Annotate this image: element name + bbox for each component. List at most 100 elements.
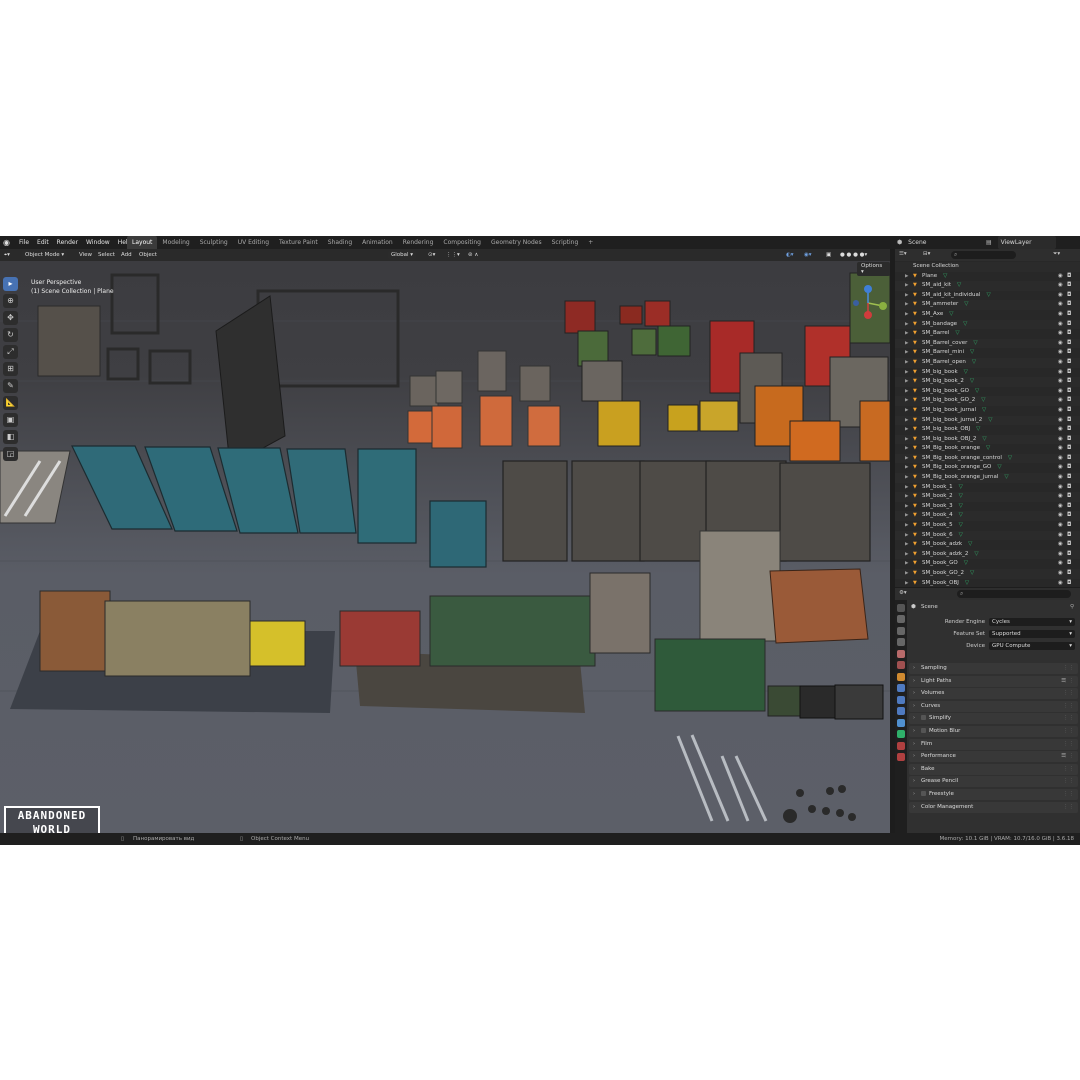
outliner-row[interactable]: ▶ ▼ SM_bandage ▽ ◉ ◘ — [895, 319, 1080, 330]
mesh-data-icon[interactable]: ▽ — [959, 522, 963, 528]
gizmo-y-icon[interactable] — [879, 302, 887, 310]
eye-icon[interactable]: ◉ — [1058, 444, 1063, 454]
outliner-row[interactable]: ▶ ▼ SM_book_GO ▽ ◉ ◘ — [895, 559, 1080, 569]
mesh-data-icon[interactable]: ▽ — [970, 378, 974, 384]
expand-arrow-icon[interactable]: ▶ — [905, 492, 908, 502]
expand-arrow-icon[interactable]: ▶ — [905, 320, 908, 330]
panel-film[interactable]: › Film ⋮⋮ — [909, 738, 1078, 750]
eye-icon[interactable]: ◉ — [1058, 368, 1063, 378]
outliner-row[interactable]: ▶ ▼ SM_book_OBJ ▽ ◉ ◘ — [895, 579, 1080, 589]
camera-icon[interactable]: ◘ — [1067, 579, 1071, 589]
camera-icon[interactable]: ◘ — [1067, 540, 1071, 550]
eye-icon[interactable]: ◉ — [1058, 320, 1063, 330]
tab-shading[interactable]: Shading — [323, 236, 357, 249]
drag-grip-icon[interactable]: ⋮⋮ — [1063, 802, 1074, 813]
expand-arrow-icon[interactable]: ▶ — [905, 291, 908, 301]
panel-performance[interactable]: › Performance ☰ ⋮⋮ — [909, 751, 1078, 763]
outliner-row[interactable]: ▶ ▼ SM_book_3 ▽ ◉ ◘ — [895, 502, 1080, 512]
expand-arrow-icon[interactable]: ▶ — [905, 531, 908, 541]
expand-arrow-icon[interactable]: ▶ — [905, 511, 908, 521]
camera-icon[interactable]: ◘ — [1067, 559, 1071, 569]
camera-icon[interactable]: ◘ — [1067, 416, 1071, 426]
annotate-tool-icon[interactable]: ✎ — [3, 379, 18, 393]
camera-icon[interactable]: ◘ — [1067, 300, 1071, 310]
orientation-dropdown[interactable]: Global ▾ — [388, 250, 417, 260]
mesh-data-icon[interactable]: ▽ — [955, 330, 959, 336]
eye-icon[interactable]: ◉ — [1058, 300, 1063, 310]
panel-light-paths[interactable]: › Light Paths ☰ ⋮⋮ — [909, 675, 1078, 687]
menu-add[interactable]: Add — [121, 249, 132, 261]
eye-icon[interactable]: ◉ — [1058, 463, 1063, 473]
outliner-row[interactable]: ▶ ▼ SM_book_5 ▽ ◉ ◘ — [895, 521, 1080, 531]
outliner-row[interactable]: ▶ ▼ SM_book_2 ▽ ◉ ◘ — [895, 492, 1080, 502]
rotate-tool-icon[interactable]: ↻ — [3, 328, 18, 342]
eye-icon[interactable]: ◉ — [1058, 521, 1063, 531]
panel-bake[interactable]: › Bake ⋮⋮ — [909, 763, 1078, 775]
eye-icon[interactable]: ◉ — [1058, 502, 1063, 512]
mesh-data-icon[interactable]: ▽ — [973, 340, 977, 346]
expand-arrow-icon[interactable]: ▶ — [905, 281, 908, 291]
camera-icon[interactable]: ◘ — [1067, 387, 1071, 397]
pin-icon[interactable]: ⚲ — [1070, 602, 1074, 612]
tab-geometry-nodes[interactable]: Geometry Nodes — [486, 236, 547, 249]
drag-grip-icon[interactable]: ⋮⋮ — [1063, 776, 1074, 787]
mesh-data-icon[interactable]: ▽ — [943, 273, 947, 279]
add-workspace-button[interactable]: + — [583, 236, 598, 249]
tab-layout[interactable]: Layout — [127, 236, 158, 249]
camera-icon[interactable]: ◘ — [1067, 473, 1071, 483]
panel-grease-pencil[interactable]: › Grease Pencil ⋮⋮ — [909, 776, 1078, 788]
camera-icon[interactable]: ◘ — [1067, 291, 1071, 301]
camera-icon[interactable]: ◘ — [1067, 329, 1071, 339]
expand-arrow-icon[interactable]: ▶ — [905, 540, 908, 550]
eye-icon[interactable]: ◉ — [1058, 559, 1063, 569]
expand-arrow-icon[interactable]: ▶ — [905, 300, 908, 310]
drag-grip-icon[interactable]: ⋮⋮ — [1063, 726, 1074, 737]
shrink-tool-icon[interactable]: ◧ — [3, 430, 18, 444]
outliner-row[interactable]: ▶ ▼ SM_Big_book_orange_GO ▽ ◉ ◘ — [895, 463, 1080, 473]
outliner-row[interactable]: ▶ ▼ SM_big_book_GO_2 ▽ ◉ ◘ — [895, 396, 1080, 406]
mesh-data-icon[interactable]: ▽ — [986, 292, 990, 298]
expand-arrow-icon[interactable]: ▶ — [905, 348, 908, 358]
eye-icon[interactable]: ◉ — [1058, 396, 1063, 406]
drag-grip-icon[interactable]: ⋮⋮ — [1063, 713, 1074, 724]
cursor-tool-icon[interactable]: ⊕ — [3, 294, 18, 308]
outliner-row[interactable]: ▶ ▼ SM_big_book_OBJ ▽ ◉ ◘ — [895, 425, 1080, 435]
mesh-data-icon[interactable]: ▽ — [1004, 474, 1008, 480]
camera-icon[interactable]: ◘ — [1067, 502, 1071, 512]
expand-arrow-icon[interactable]: ▶ — [905, 454, 908, 464]
camera-icon[interactable]: ◘ — [1067, 492, 1071, 502]
eye-icon[interactable]: ◉ — [1058, 435, 1063, 445]
outliner-row[interactable]: ▶ ▼ SM_big_book_jurnal ▽ ◉ ◘ — [895, 406, 1080, 416]
expand-arrow-icon[interactable]: ▶ — [905, 550, 908, 560]
outliner-row[interactable]: ▶ ▼ SM_Barrel ▽ ◉ ◘ — [895, 329, 1080, 339]
mesh-data-icon[interactable]: ▽ — [959, 484, 963, 490]
outliner-row[interactable]: ▶ ▼ SM_big_book ▽ ◉ ◘ — [895, 368, 1080, 378]
drag-grip-icon[interactable]: ⋮⋮ — [1063, 701, 1074, 712]
options-button[interactable]: Options ▾ — [857, 262, 890, 276]
outliner-row[interactable]: ▶ ▼ SM_big_book_OBJ_2 ▽ ◉ ◘ — [895, 434, 1080, 445]
properties-search-input[interactable]: ⌕ — [957, 590, 1071, 598]
output-tab-icon[interactable] — [897, 626, 905, 635]
outliner-row[interactable]: ▶ ▼ SM_book_1 ▽ ◉ ◘ — [895, 483, 1080, 493]
outliner-row[interactable]: ▶ ▼ SM_big_book_jurnal_2 ▽ ◉ ◘ — [895, 415, 1080, 426]
tab-compositing[interactable]: Compositing — [438, 236, 486, 249]
transform-tool-icon[interactable]: ⊞ — [3, 362, 18, 376]
drag-grip-icon[interactable]: ⋮⋮ — [1063, 663, 1074, 674]
drag-grip-icon[interactable]: ⋮⋮ — [1063, 764, 1074, 775]
expand-arrow-icon[interactable]: ▶ — [905, 358, 908, 368]
mesh-data-icon[interactable]: ▽ — [986, 445, 990, 451]
tab-modeling[interactable]: Modeling — [157, 236, 194, 249]
eye-icon[interactable]: ◉ — [1058, 579, 1063, 589]
drag-grip-icon[interactable]: ⋮⋮ — [1063, 676, 1074, 687]
texture-tab-icon[interactable] — [897, 753, 905, 761]
particles-tab-icon[interactable] — [897, 695, 905, 704]
mesh-data-icon[interactable]: ▽ — [972, 359, 976, 365]
mesh-data-icon[interactable]: ▽ — [970, 349, 974, 355]
mesh-data-icon[interactable]: ▽ — [963, 321, 967, 327]
camera-icon[interactable]: ◘ — [1067, 272, 1071, 282]
outliner-row[interactable]: ▶ ▼ SM_book_6 ▽ ◉ ◘ — [895, 530, 1080, 541]
camera-icon[interactable]: ◘ — [1067, 377, 1071, 387]
mesh-data-icon[interactable]: ▽ — [982, 407, 986, 413]
drag-grip-icon[interactable]: ⋮⋮ — [1063, 789, 1074, 800]
camera-icon[interactable]: ◘ — [1067, 435, 1071, 445]
